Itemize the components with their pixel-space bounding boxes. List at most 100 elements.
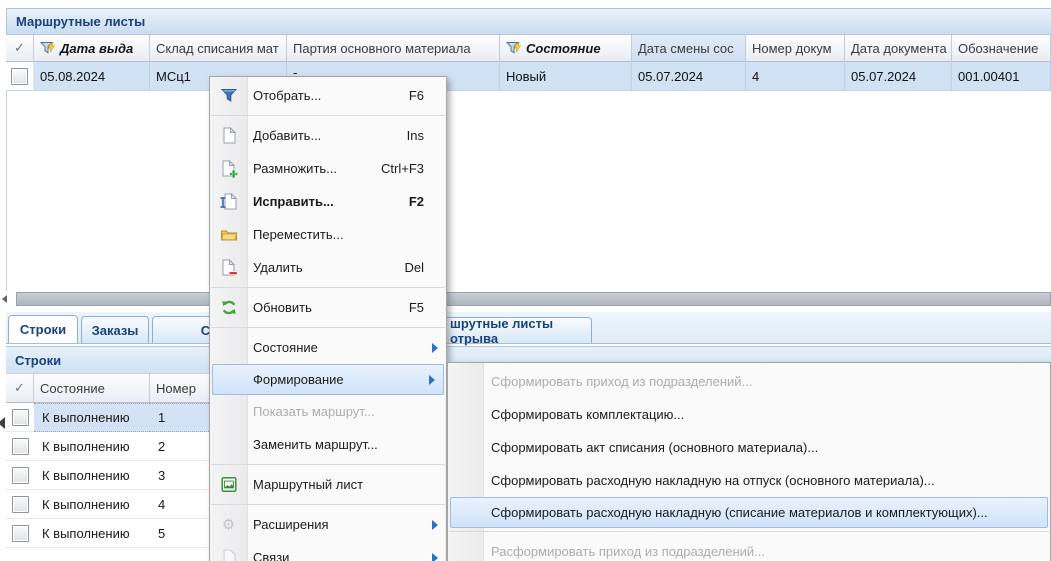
table-row[interactable]: 05.08.2024 МСц1 - Новый 05.07.2024 4 05.… <box>6 62 1051 91</box>
menu-item-razmnozhit[interactable]: Размножить... Ctrl+F3 <box>210 152 446 185</box>
menu-item-label: Расширения <box>253 517 329 532</box>
row-checkbox[interactable] <box>12 496 29 513</box>
cell-state-change-date[interactable]: 05.07.2024 <box>632 62 746 91</box>
scroll-left-arrow-icon[interactable] <box>2 295 7 303</box>
tab-stroki[interactable]: Строки <box>8 315 78 343</box>
cell-state[interactable]: Новый <box>500 62 632 91</box>
splitter-arrow-icon[interactable] <box>0 417 5 429</box>
cell-state[interactable]: К выполнению <box>34 403 150 432</box>
submenu-arrow-icon <box>432 553 438 561</box>
submenu-item-sformirovat-komplektaciyu[interactable]: Сформировать комплектацию... <box>448 398 1050 431</box>
row-checkbox[interactable] <box>12 525 29 542</box>
row-checkbox-cell <box>6 432 34 461</box>
menu-item-label: Заменить маршрут... <box>253 437 378 452</box>
top-panel-title-label: Маршрутные листы <box>16 14 145 29</box>
column-header-label: Дата документа <box>851 41 947 56</box>
menu-item-label: Сформировать акт списания (основного мат… <box>491 440 818 455</box>
column-header-label: Номер <box>156 381 196 396</box>
menu-item-label: Связи <box>253 550 289 561</box>
menu-item-formirovanie[interactable]: Формирование <box>212 364 444 395</box>
cell-state[interactable]: К выполнению <box>34 432 150 461</box>
menu-separator <box>210 501 446 508</box>
cell-doc-date[interactable]: 05.07.2024 <box>845 62 952 91</box>
cell-state[interactable]: К выполнению <box>34 519 150 548</box>
menu-separator <box>210 461 446 468</box>
column-header-issue-date[interactable]: Дата выда <box>34 35 150 62</box>
column-header-state[interactable]: Состояние <box>500 35 632 62</box>
menu-item-ispravit[interactable]: Исправить... F2 <box>210 185 446 218</box>
duplicate-document-icon <box>219 159 238 178</box>
menu-item-svyazi[interactable]: Связи <box>210 541 446 561</box>
column-header-label: Состояние <box>526 41 601 56</box>
column-header-label: Партия основного материала <box>293 41 471 56</box>
menu-item-shortcut: F2 <box>409 194 424 209</box>
submenu-arrow-icon <box>432 520 438 530</box>
column-header-select-all[interactable]: ✓ <box>6 374 34 403</box>
column-header-label: Состояние <box>40 381 105 396</box>
column-header-warehouse[interactable]: Склад списания мат <box>150 35 287 62</box>
submenu-item-sformirovat-rashodnuyu-otpusk[interactable]: Сформировать расходную накладную на отпу… <box>448 464 1050 497</box>
row-checkbox[interactable] <box>12 438 29 455</box>
cell-state[interactable]: К выполнению <box>34 461 150 490</box>
menu-item-dobavit[interactable]: Добавить... Ins <box>210 119 446 152</box>
column-header-state[interactable]: Состояние <box>34 374 150 403</box>
row-checkbox[interactable] <box>12 409 29 426</box>
cell-issue-date[interactable]: 05.08.2024 <box>34 62 150 91</box>
bottom-panel-title-label: Строки <box>15 353 61 368</box>
column-header-select-all[interactable]: ✓ <box>6 35 34 62</box>
row-checkbox-cell <box>6 403 34 432</box>
row-checkbox[interactable] <box>12 467 29 484</box>
menu-item-label: Сформировать расходную накладную на отпу… <box>491 473 935 488</box>
menu-item-rasshireniya[interactable]: ⚙ Расширения <box>210 508 446 541</box>
cell-designation[interactable]: 001.00401 <box>952 62 1051 91</box>
column-header-batch[interactable]: Партия основного материала <box>287 35 500 62</box>
row-checkbox-cell <box>6 461 34 490</box>
column-header-state-change-date[interactable]: Дата смены сос <box>632 35 746 62</box>
row-checkbox[interactable] <box>11 68 28 85</box>
scrollbar-thumb[interactable] <box>16 292 1051 306</box>
menu-item-shortcut: Del <box>404 260 424 275</box>
column-header-doc-date[interactable]: Дата документа <box>845 35 952 62</box>
column-header-designation[interactable]: Обозначение <box>952 35 1051 62</box>
filter-active-icon <box>40 41 56 56</box>
cell-state[interactable]: К выполнению <box>34 490 150 519</box>
row-checkbox-cell <box>6 490 34 519</box>
top-grid-column-headers: ✓ Дата выда Склад списания мат Партия ос… <box>6 35 1051 62</box>
column-header-label: Склад списания мат <box>156 41 279 56</box>
submenu-item-sformirovat-akt-spisaniya[interactable]: Сформировать акт списания (основного мат… <box>448 431 1050 464</box>
menu-item-marshrutnyj-list[interactable]: Маршрутный лист <box>210 468 446 501</box>
menu-item-label: Удалить <box>253 260 303 275</box>
column-header-label: Дата смены сос <box>638 41 734 56</box>
menu-item-sostoyanie[interactable]: Состояние <box>210 331 446 364</box>
tab-zakazy[interactable]: Заказы <box>81 316 149 343</box>
submenu-item-sformirovat-rashodnuyu-spisanie[interactable]: Сформировать расходную накладную (списан… <box>450 497 1048 528</box>
menu-item-shortcut: Ins <box>407 128 424 143</box>
column-header-doc-number[interactable]: Номер докум <box>746 35 845 62</box>
menu-separator <box>210 112 446 119</box>
context-menu: Отобрать... F6 Добавить... Ins Размножит… <box>209 76 447 561</box>
column-header-label: Обозначение <box>958 41 1038 56</box>
checkmark-icon: ✓ <box>14 40 25 56</box>
menu-separator <box>448 528 1050 535</box>
menu-separator <box>210 324 446 331</box>
menu-item-zamenit-marshrut[interactable]: Заменить маршрут... <box>210 428 446 461</box>
menu-item-otobrat[interactable]: Отобрать... F6 <box>210 79 446 112</box>
submenu-arrow-icon <box>432 343 438 353</box>
edit-document-icon <box>219 192 238 211</box>
cell-doc-number[interactable]: 4 <box>746 62 845 91</box>
route-sheet-icon <box>219 475 238 494</box>
menu-separator <box>210 284 446 291</box>
top-panel-title: Маршрутные листы <box>6 8 1051 35</box>
new-document-icon <box>219 126 238 145</box>
menu-item-obnovit[interactable]: Обновить F5 <box>210 291 446 324</box>
gear-icon: ⚙ <box>219 515 238 534</box>
menu-item-peremestit[interactable]: Переместить... <box>210 218 446 251</box>
menu-item-label: Добавить... <box>253 128 321 143</box>
menu-item-label: Показать маршрут... <box>253 404 375 419</box>
menu-item-udalit[interactable]: Удалить Del <box>210 251 446 284</box>
column-header-label: Номер докум <box>752 41 832 56</box>
formirovanie-submenu: Сформировать приход из подразделений... … <box>447 362 1051 561</box>
bottom-tab-strip: Строки Заказы Сер шрутные листы отрыва <box>6 312 1051 344</box>
horizontal-scrollbar[interactable] <box>6 291 1051 307</box>
row-checkbox-cell <box>6 62 34 91</box>
